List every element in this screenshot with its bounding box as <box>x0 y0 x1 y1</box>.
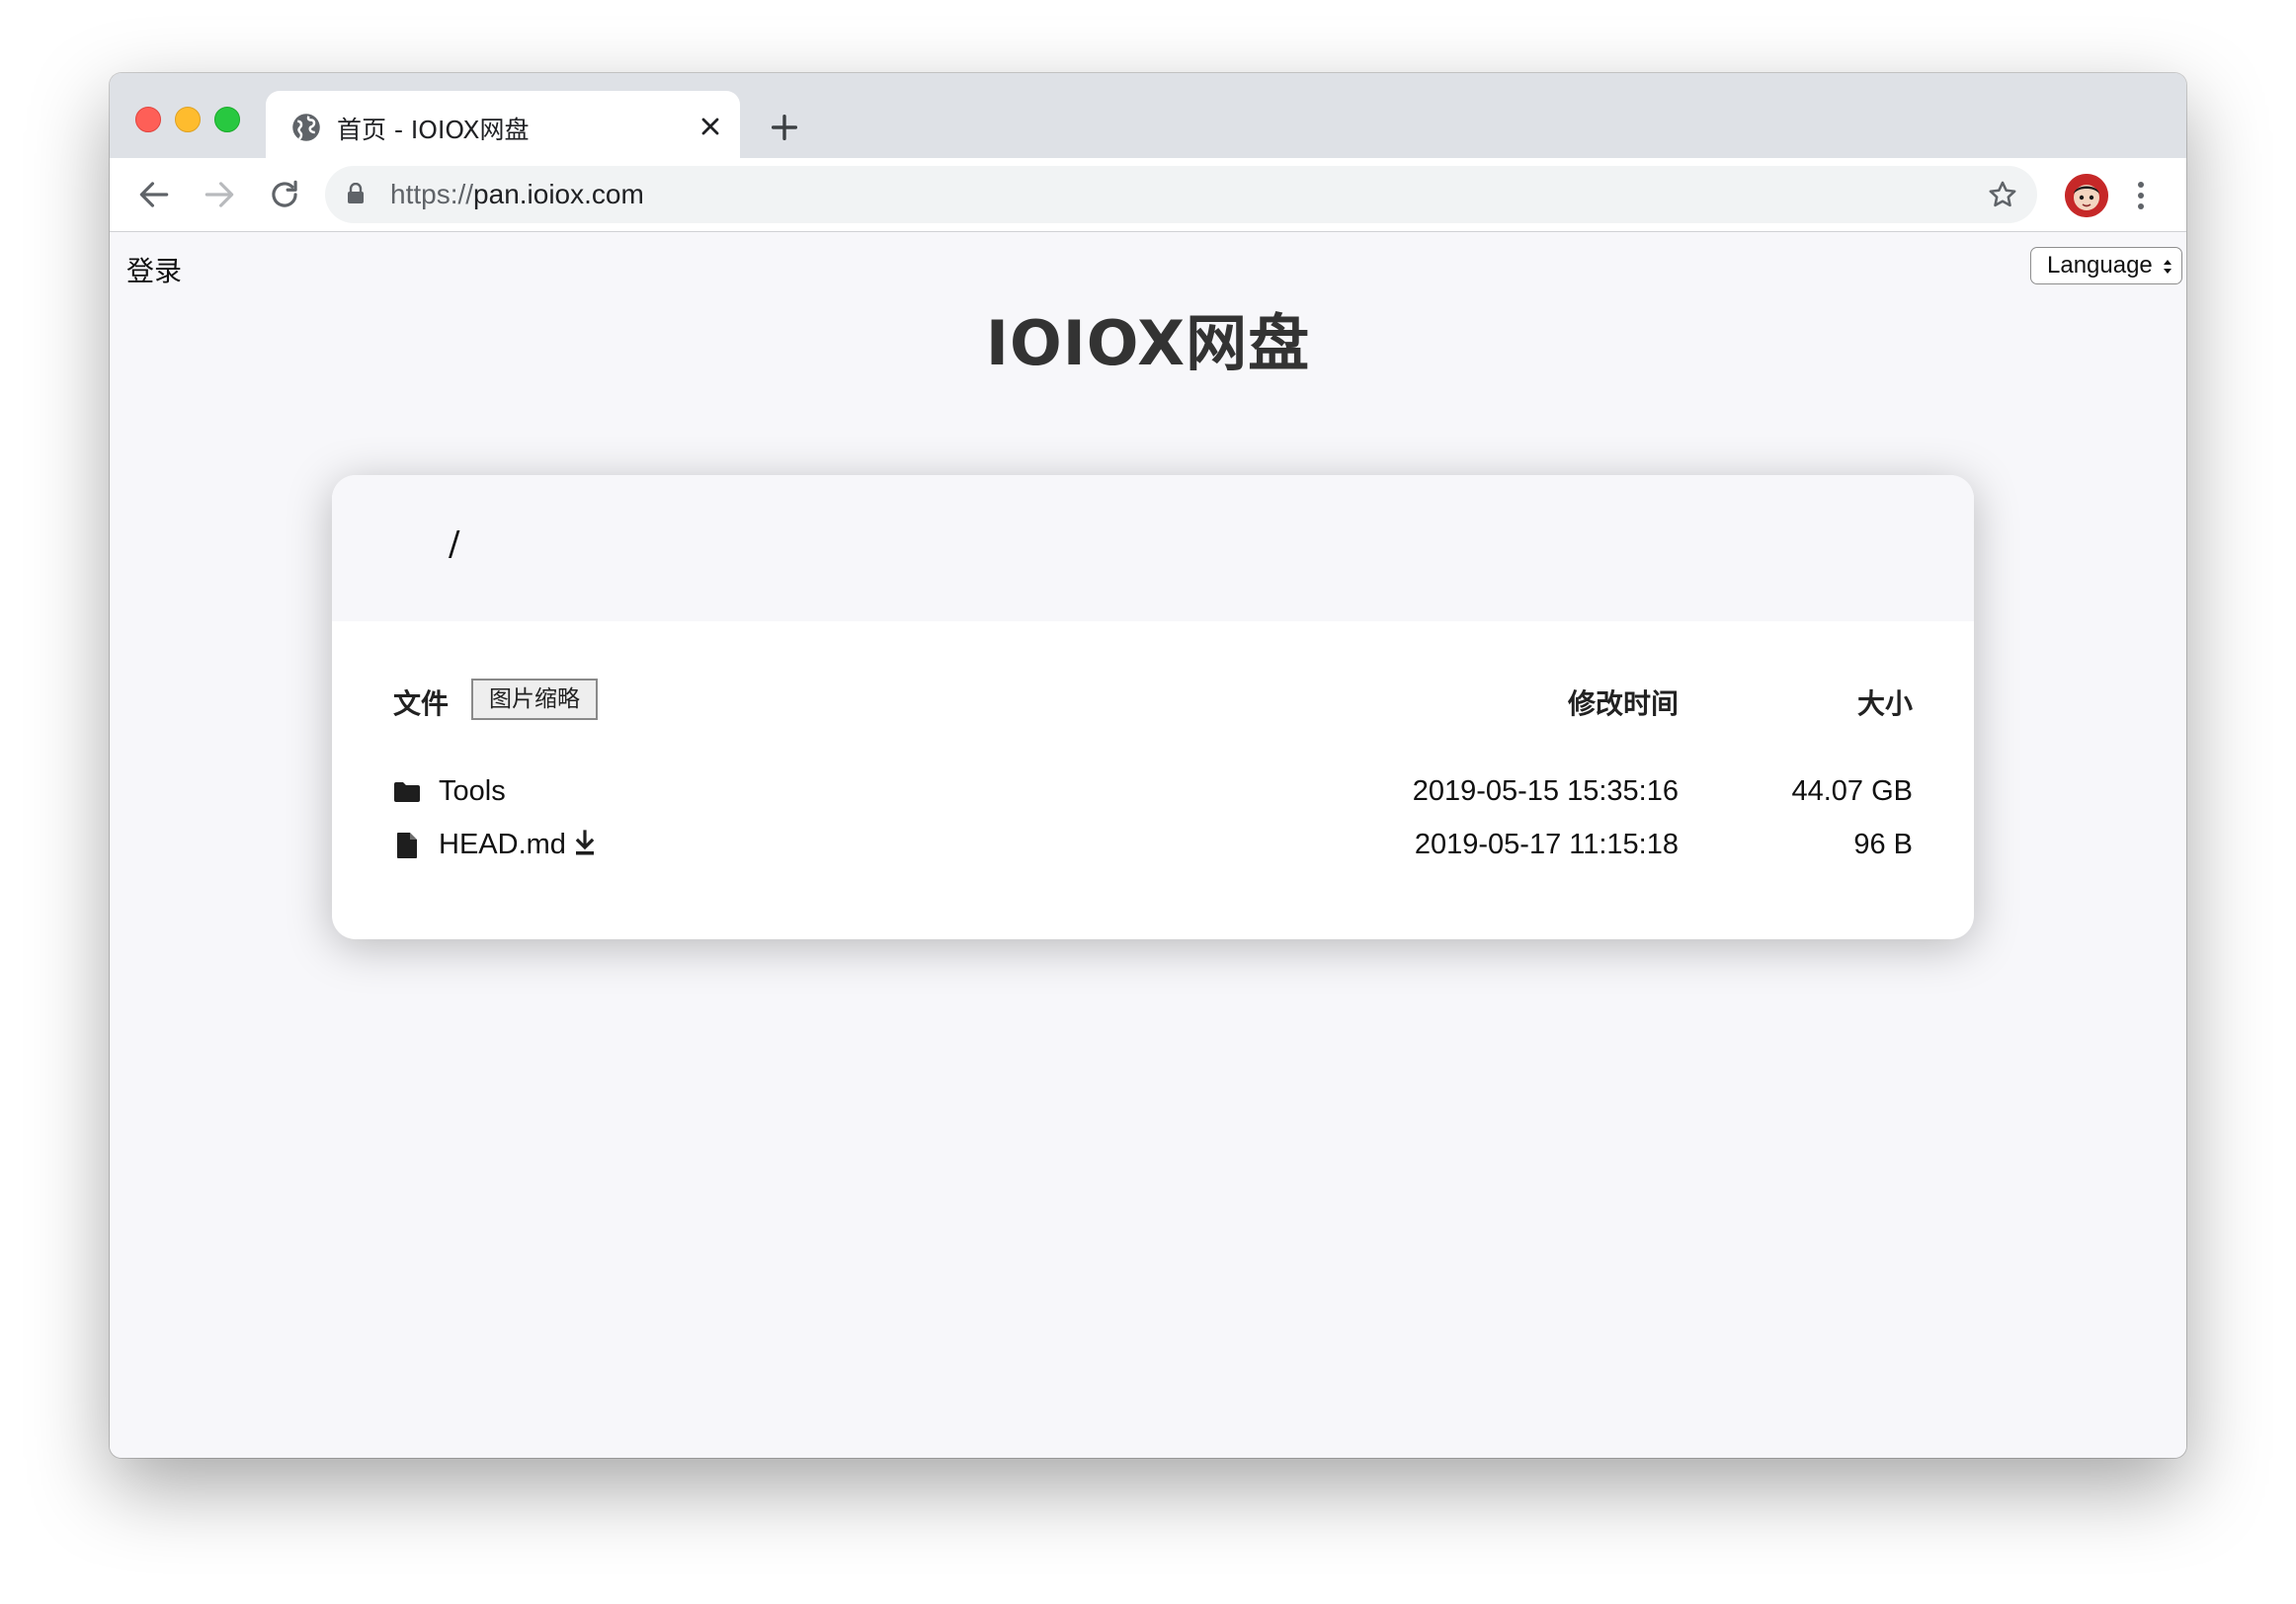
avatar-face-icon <box>2065 174 2108 217</box>
select-arrows-icon <box>2164 260 2172 274</box>
column-header-size[interactable]: 大小 <box>1857 682 1913 722</box>
file-name[interactable]: Tools <box>439 775 506 808</box>
lock-icon <box>348 183 364 203</box>
browser-window: 首页 - IOIOX网盘 https://pan.ioiox.com 登录 La… <box>110 73 2186 1458</box>
tab-title: 首页 - IOIOX网盘 <box>337 116 530 144</box>
file-list-card: / 文件 图片缩略 修改时间 大小 Tools 2019-05-15 15:35… <box>332 475 1974 939</box>
page-content: 登录 Language IOIOX网盘 / 文件 图片缩略 修改时间 大小 To… <box>110 232 2186 1458</box>
tab-strip: 首页 - IOIOX网盘 <box>110 73 2186 160</box>
profile-avatar[interactable] <box>2065 174 2108 217</box>
browser-toolbar: https://pan.ioiox.com <box>110 158 2186 232</box>
file-modified: 2019-05-17 11:15:18 <box>1414 829 1679 860</box>
url-host: pan.ioiox.com <box>473 179 644 209</box>
new-tab-icon[interactable] <box>768 111 801 144</box>
minimize-window-button[interactable] <box>175 107 201 132</box>
language-select-value: Language <box>2047 252 2153 279</box>
language-select[interactable]: Language <box>2030 247 2182 284</box>
more-menu-icon[interactable] <box>2134 178 2148 213</box>
file-icon <box>397 833 417 858</box>
url-scheme: https:// <box>390 179 474 209</box>
download-icon[interactable] <box>572 829 598 858</box>
site-title: IOIOX网盘 <box>985 307 1311 379</box>
file-modified: 2019-05-15 15:35:16 <box>1412 775 1679 807</box>
bookmark-star-icon[interactable] <box>1986 178 2019 211</box>
url-text: https://pan.ioiox.com <box>390 179 644 210</box>
forward-arrow-icon[interactable] <box>201 176 238 213</box>
breadcrumb-bar: / <box>332 475 1974 621</box>
file-row-file[interactable]: HEAD.md 2019-05-17 11:15:18 96 B <box>332 817 1974 876</box>
file-size: 44.07 GB <box>1791 775 1913 807</box>
browser-tab-active[interactable]: 首页 - IOIOX网盘 <box>266 91 740 160</box>
reload-icon[interactable] <box>266 176 303 213</box>
file-name[interactable]: HEAD.md <box>439 829 566 861</box>
file-row-folder[interactable]: Tools 2019-05-15 15:35:16 44.07 GB <box>332 763 1974 823</box>
file-size: 96 B <box>1853 829 1913 860</box>
column-header-modified[interactable]: 修改时间 <box>1568 682 1679 722</box>
back-arrow-icon[interactable] <box>135 176 173 213</box>
login-link[interactable]: 登录 <box>126 250 182 289</box>
folder-icon <box>394 782 420 802</box>
breadcrumb[interactable]: / <box>449 524 459 564</box>
thumbnail-toggle-button[interactable]: 图片缩略 <box>471 679 598 720</box>
close-tab-icon[interactable] <box>697 113 724 140</box>
column-header-file[interactable]: 文件 <box>393 682 449 722</box>
close-window-button[interactable] <box>135 107 161 132</box>
address-bar[interactable]: https://pan.ioiox.com <box>325 166 2037 223</box>
globe-icon <box>292 114 320 141</box>
maximize-window-button[interactable] <box>214 107 240 132</box>
